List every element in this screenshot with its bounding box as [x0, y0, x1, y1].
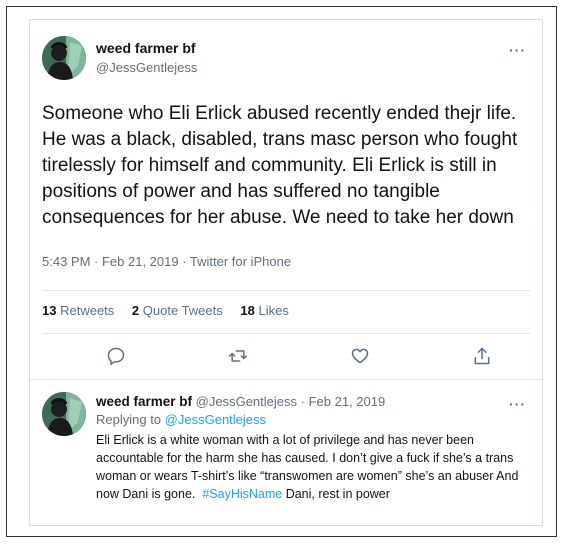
- avatar-image: [42, 392, 86, 436]
- reply-text: Eli Erlick is a white woman with a lot o…: [96, 431, 536, 503]
- hashtag-link[interactable]: #SayHisName: [202, 487, 282, 501]
- likes-stat[interactable]: 18 Likes: [240, 303, 288, 318]
- share-icon[interactable]: [472, 346, 494, 368]
- reply-author-handle[interactable]: @JessGentlejess: [196, 394, 297, 409]
- replying-to: Replying to @JessGentlejess: [96, 412, 266, 427]
- quotes-count: 2: [131, 303, 140, 318]
- reply-author-name[interactable]: weed farmer bf: [96, 394, 192, 409]
- replying-prefix: Replying to: [96, 412, 162, 427]
- reply-more-options-icon[interactable]: ···: [509, 396, 526, 412]
- tweet-stats: 13 Retweets 2 Quote Tweets 18 Likes: [42, 303, 303, 318]
- quotes-label: Quote Tweets: [142, 303, 223, 318]
- reply-header: weed farmer bf @JessGentlejess · Feb 21,…: [96, 394, 385, 409]
- reply-date[interactable]: Feb 21, 2019: [309, 394, 386, 409]
- likes-label: Likes: [258, 303, 289, 318]
- like-icon[interactable]: [350, 346, 372, 368]
- author-handle[interactable]: @JessGentlejess: [96, 60, 197, 75]
- avatar[interactable]: [42, 36, 86, 80]
- quotes-stat[interactable]: 2 Quote Tweets: [132, 303, 223, 318]
- divider: [42, 333, 530, 334]
- reply-avatar[interactable]: [42, 392, 86, 436]
- retweets-count: 13: [42, 303, 57, 318]
- likes-count: 18: [240, 303, 255, 318]
- replying-mention-link[interactable]: @JessGentlejess: [165, 412, 266, 427]
- tweet-actions: [42, 346, 532, 370]
- reply-separator: ·: [300, 394, 305, 409]
- tweet-timestamp[interactable]: 5:43 PM · Feb 21, 2019 · Twitter for iPh…: [42, 254, 291, 269]
- screenshot-frame: weed farmer bf @JessGentlejess ··· Someo…: [6, 6, 557, 537]
- tweet-card: weed farmer bf @JessGentlejess ··· Someo…: [29, 19, 543, 526]
- avatar-image: [42, 36, 86, 80]
- divider: [42, 290, 530, 291]
- author-name[interactable]: weed farmer bf: [96, 40, 196, 56]
- reply-icon[interactable]: [106, 346, 128, 368]
- reply-text-end: Dani, rest in power: [285, 487, 390, 501]
- retweets-label: Retweets: [60, 303, 115, 318]
- more-options-icon[interactable]: ···: [509, 42, 526, 58]
- retweet-icon[interactable]: [228, 346, 250, 368]
- tweet-text: Someone who Eli Erlick abused recently e…: [42, 103, 518, 228]
- retweets-stat[interactable]: 13 Retweets: [42, 303, 114, 318]
- divider: [30, 379, 542, 380]
